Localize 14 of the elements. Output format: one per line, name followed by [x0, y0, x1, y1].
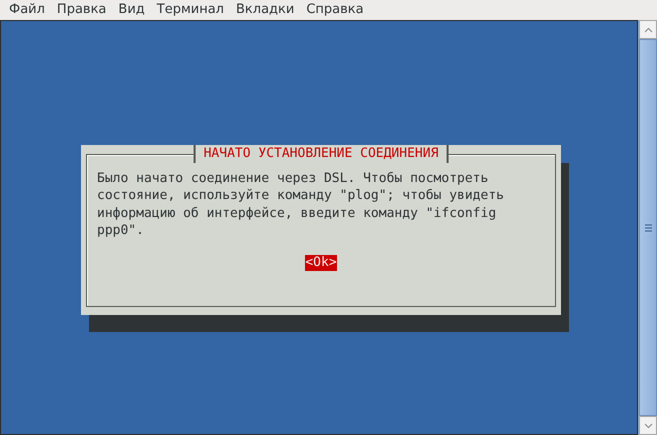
menu-item[interactable]: Терминал [150, 0, 230, 20]
dialog-message: Было начато соединение через DSL. Чтобы посмотреть состояние, используйте команду "plog"; чтобы увидеть информацию об интерфейсе, введите команду "ifconfig ppp0". [96, 170, 505, 240]
scroll-down-button[interactable] [639, 416, 657, 435]
grip-icon [644, 224, 652, 232]
caret-up-icon [644, 26, 652, 32]
caret-down-icon [644, 422, 652, 428]
dialog-title: НАЧАТО УСТАНОВЛЕНИЕ СОЕДИНЕНИЯ [194, 145, 448, 163]
scroll-up-button[interactable] [639, 20, 657, 39]
menu-item[interactable]: Вид [112, 0, 151, 20]
menu-item[interactable]: Файл [3, 0, 51, 20]
menu-item[interactable]: Правка [50, 0, 112, 20]
menu-item[interactable]: Вкладки [230, 0, 300, 20]
menu-item[interactable]: Справка [300, 0, 370, 20]
ok-button[interactable]: <Ok> [305, 255, 337, 272]
